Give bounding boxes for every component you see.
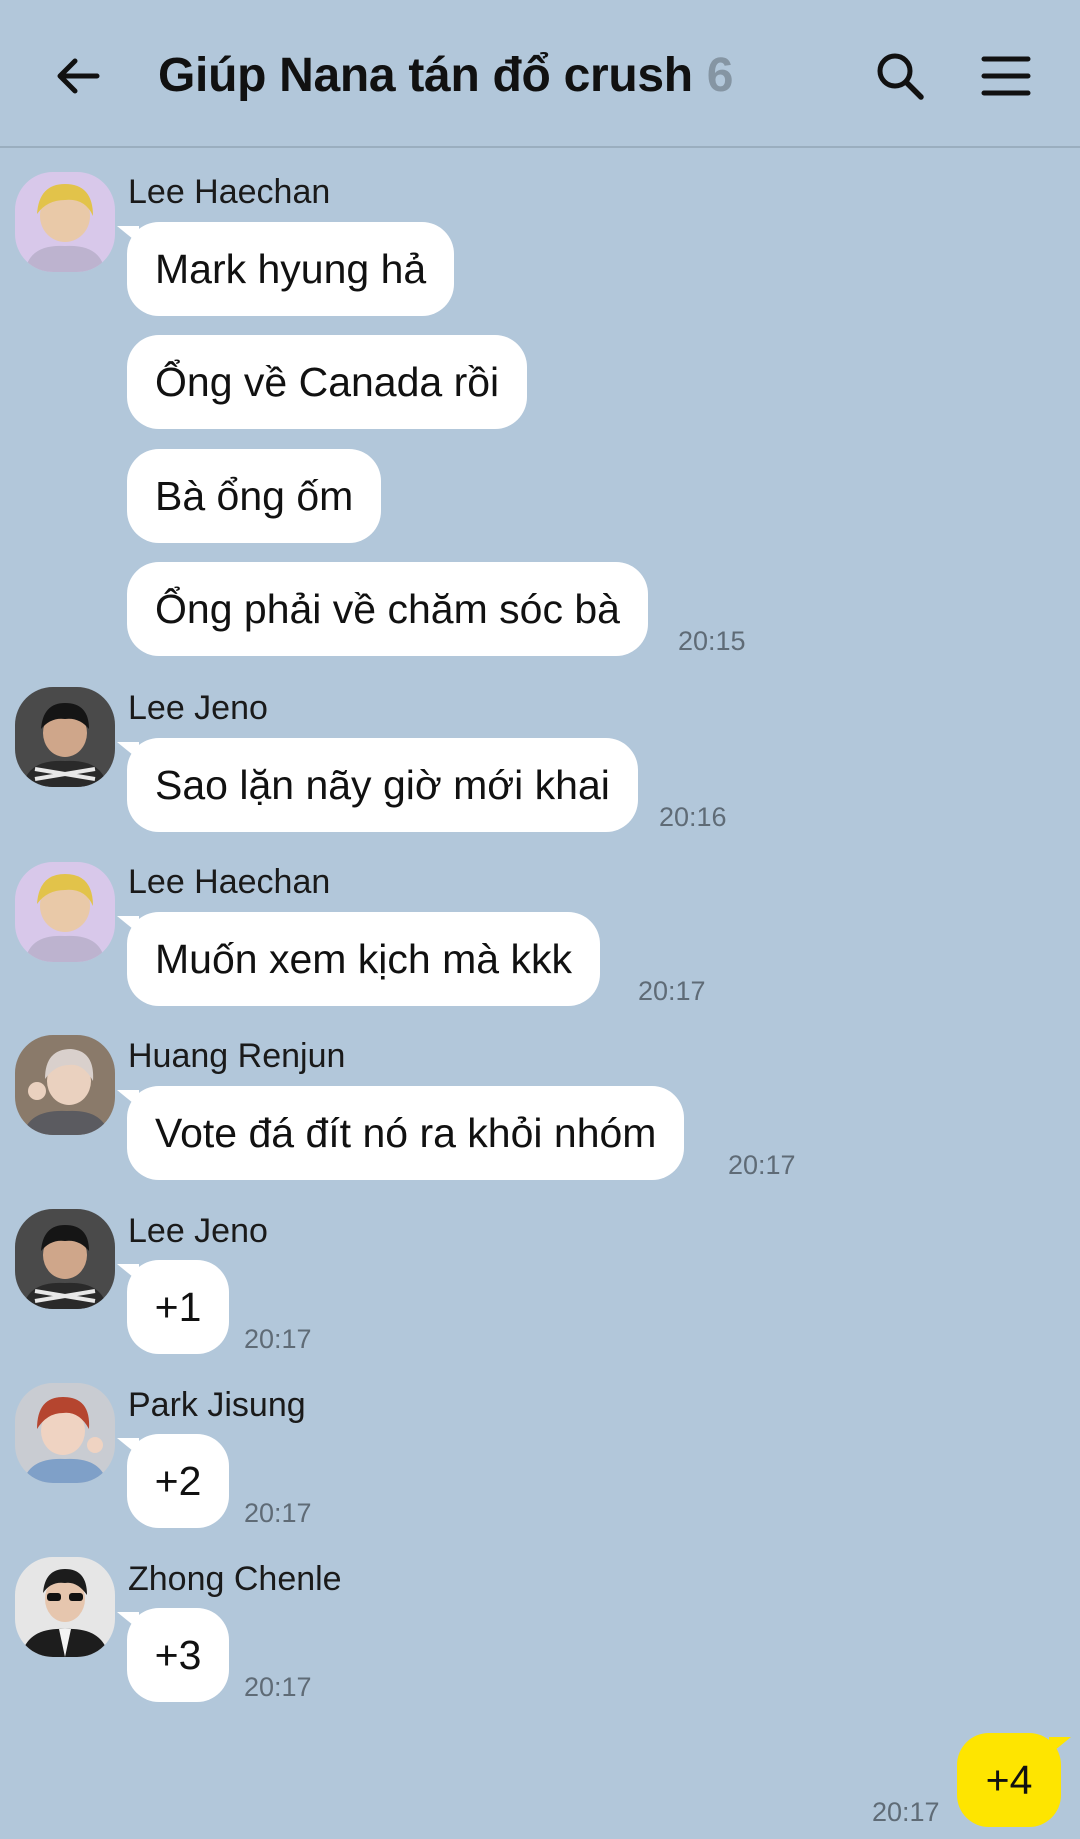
search-button[interactable] [862, 38, 938, 114]
back-button[interactable] [40, 38, 116, 114]
chat-title: Giúp Nana tán đổ crush [158, 48, 693, 102]
avatar[interactable] [15, 1557, 115, 1657]
sender-name: Park Jisung [128, 1386, 306, 1424]
my-message-time: 20:17 [872, 1797, 940, 1827]
message-bubble[interactable]: Muốn xem kịch mà kkk [117, 912, 600, 1006]
arrow-left-icon [57, 58, 100, 94]
message-bubble[interactable]: +1 [117, 1260, 229, 1354]
message-bubble[interactable]: Mark hyung hả [116, 222, 455, 316]
sender-name: Lee Jeno [128, 689, 268, 727]
message-time: 20:17 [638, 976, 706, 1006]
message-time: 20:17 [728, 1150, 796, 1180]
sender-name: Lee Haechan [128, 173, 331, 211]
avatar[interactable] [15, 862, 115, 962]
message-bubble[interactable]: Ổng về Canada rồi [127, 335, 528, 429]
message-bubble[interactable]: +2 [117, 1434, 229, 1528]
avatar[interactable] [15, 172, 115, 272]
menu-icon [981, 56, 1031, 96]
member-count: 6 [706, 48, 734, 102]
message-time: 20:17 [244, 1672, 312, 1702]
message-bubble[interactable]: Vote đá đít nó ra khỏi nhóm [116, 1086, 685, 1180]
chat-header: Giúp Nana tán đổ crush 6 [0, 0, 1080, 148]
sender-name: Zhong Chenle [128, 1560, 342, 1598]
message-time: 20:16 [659, 802, 727, 832]
message-bubble[interactable]: Sao lặn nãy giờ mới khai [117, 738, 638, 832]
avatar[interactable] [15, 1209, 115, 1309]
message-bubble[interactable]: Bà ổng ốm [127, 449, 382, 543]
sender-name: Lee Jeno [128, 1212, 268, 1250]
avatar[interactable] [15, 1383, 115, 1483]
sender-name: Lee Haechan [128, 863, 331, 901]
chat-title-area[interactable]: Giúp Nana tán đổ crush 6 [158, 40, 734, 110]
avatar[interactable] [15, 687, 115, 787]
my-message-bubble[interactable]: +4 [957, 1733, 1071, 1827]
sender-name: Huang Renjun [128, 1037, 346, 1075]
avatar[interactable] [15, 1035, 115, 1135]
menu-button[interactable] [968, 38, 1044, 114]
search-icon [877, 53, 924, 100]
message-time: 20:17 [244, 1324, 312, 1354]
message-bubble[interactable]: Ổng phải về chăm sóc bà [127, 562, 648, 656]
message-time: 20:17 [244, 1498, 312, 1528]
message-time: 20:15 [678, 626, 746, 656]
message-bubble[interactable]: +3 [117, 1608, 229, 1702]
